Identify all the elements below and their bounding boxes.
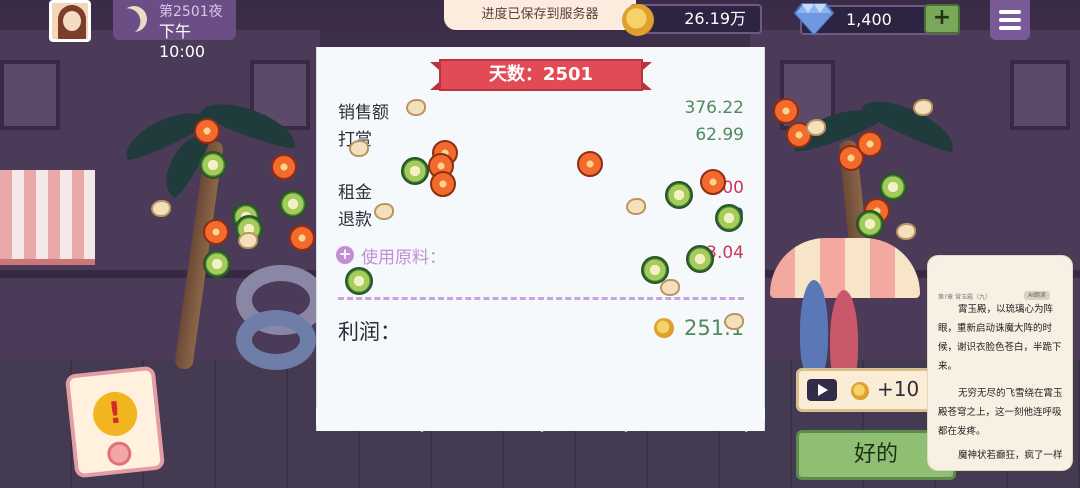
pepper-slice-icon [879, 173, 907, 201]
pepper-slice-icon [345, 267, 373, 295]
novel-reader-overlay[interactable]: 第?章 霄玉殿（九） AI朗读 霄玉殿，以琉璃心为阵眼，重新启动诛魔大阵的时候，… [928, 256, 1072, 470]
save-toast: 进度已保存到服务器 [444, 0, 636, 30]
divider [338, 297, 744, 300]
reader-paragraph: 无穷无尽的飞雪绕在霄玉殿苍穹之上，这一刻他连呼吸都在发疼。 [938, 388, 1063, 437]
play-icon [807, 379, 837, 401]
pepper-slice-icon [401, 157, 429, 185]
striped-awning [0, 170, 95, 265]
alert-card-button[interactable]: ! [64, 365, 166, 479]
tomato-slice-icon [271, 154, 297, 180]
sales-value: 376.22 [684, 98, 744, 118]
window [1010, 60, 1070, 130]
add-gems-button[interactable]: + [924, 4, 960, 34]
tips-value: 62.99 [695, 125, 744, 145]
day-title: 天数：2501 [488, 64, 594, 85]
coin-icon [654, 318, 674, 338]
chickpea-icon [406, 99, 426, 116]
ad-reward-label: +10 [877, 377, 920, 401]
reader-tag[interactable]: AI朗读 [1024, 291, 1050, 300]
expand-ingredients-icon[interactable]: + [336, 246, 354, 264]
swim-ring [236, 310, 316, 370]
pepper-slice-icon [279, 190, 307, 218]
alert-icon: ! [90, 389, 140, 439]
chickpea-icon [374, 203, 394, 220]
chickpea-icon [896, 223, 916, 240]
menu-icon [999, 26, 1021, 30]
tomato-slice-icon [857, 131, 883, 157]
tomato-slice-icon [430, 171, 456, 197]
receipt-torn-edge [316, 408, 765, 432]
menu-button[interactable] [990, 0, 1030, 40]
chickpea-icon [626, 198, 646, 215]
chickpea-icon [724, 313, 744, 330]
chickpea-icon [806, 119, 826, 136]
surfboard [800, 280, 828, 380]
tomato-slice-icon [773, 98, 799, 124]
sales-label: 销售额 [338, 103, 389, 123]
pepper-slice-icon [665, 181, 693, 209]
menu-icon [999, 18, 1021, 22]
coin-icon [622, 4, 654, 36]
diamond-icon [794, 3, 834, 36]
tomato-slice-icon [203, 219, 229, 245]
player-avatar[interactable] [49, 0, 91, 42]
moon-icon [117, 2, 150, 35]
chickpea-icon [913, 99, 933, 116]
ingredients-label: 使用原料： [361, 248, 446, 268]
avatar-face [63, 11, 81, 31]
profit-label: 利润： [338, 320, 401, 344]
tomato-slice-icon [289, 225, 315, 251]
night-counter: 第2501夜 下午10:00 [113, 0, 236, 61]
rent-label: 租金 [338, 183, 372, 203]
pepper-slice-icon [203, 250, 231, 278]
pepper-slice-icon [199, 151, 227, 179]
tomato-slice-icon [577, 151, 603, 177]
coin-icon [851, 382, 869, 400]
pepper-slice-icon [686, 245, 714, 273]
reader-paragraph: 魔神状若癫狂，疯了一样 [958, 450, 1063, 461]
tomato-slice-icon [194, 118, 220, 144]
record-dot-icon [106, 440, 133, 467]
chickpea-icon [660, 279, 680, 296]
menu-icon [999, 10, 1021, 14]
chickpea-icon [151, 200, 171, 217]
pepper-slice-icon [856, 210, 884, 238]
refund-label: 退款 [338, 210, 372, 230]
tomato-slice-icon [700, 169, 726, 195]
pepper-slice-icon [715, 204, 743, 232]
time-label: 下午10:00 [159, 22, 206, 61]
chickpea-icon [238, 232, 258, 249]
window [0, 60, 60, 130]
chickpea-icon [349, 140, 369, 157]
reader-paragraph: 霄玉殿，以琉璃心为阵眼，重新启动诛魔大阵的时候，谢识衣脸色苍白，半跪下来。 [938, 304, 1062, 372]
